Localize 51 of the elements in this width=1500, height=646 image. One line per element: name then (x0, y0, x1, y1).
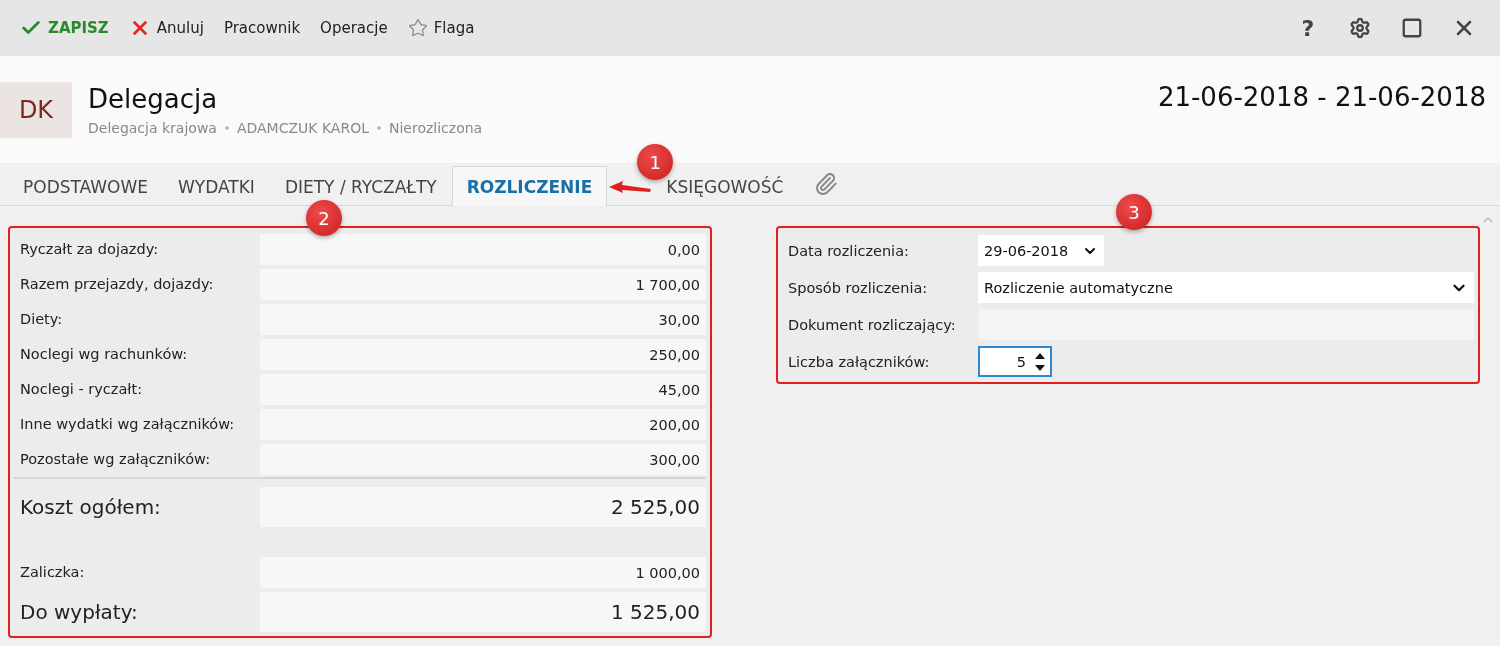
summary-label: Ryczałt za dojazdy: (19, 239, 160, 259)
avatar: DK (0, 81, 72, 138)
paperclip-icon[interactable] (814, 172, 839, 196)
subtitle-text: ADAMCZUK KAROL (236, 119, 369, 136)
summary-label: Koszt ogółem: (19, 494, 162, 521)
field-label: Data rozliczenia: (787, 242, 910, 259)
summary-label: Diety: (19, 309, 64, 329)
separator-dot (224, 125, 229, 130)
summary-value: 250,00 (260, 339, 706, 370)
summary-value: 200,00 (260, 409, 706, 440)
callout-marker: 1 (637, 144, 674, 180)
date-range: 21-06-2018 - 21-06-2018 (1157, 82, 1486, 112)
cancel-button[interactable]: Anuluj (118, 13, 214, 43)
help-button[interactable]: ? (1282, 8, 1334, 48)
summary-label: Zaliczka: (19, 562, 86, 582)
field-label: Liczba załączników: (787, 353, 931, 370)
summary-label: Noclegi wg rachunków: (19, 344, 189, 364)
toolbar-button[interactable]: Operacje (310, 15, 398, 41)
callout-marker: 3 (1116, 194, 1152, 230)
date-field[interactable]: 29-06-2018 (978, 235, 1104, 266)
summary-label: Pozostałe wg załączników: (19, 449, 212, 469)
summary-value: 45,00 (260, 374, 706, 405)
summary-value: 0,00 (260, 234, 706, 265)
field-label: Dokument rozliczający: (787, 316, 957, 333)
toolbar-button[interactable]: Pracownik (213, 15, 311, 41)
arrow (609, 180, 652, 194)
tab[interactable]: ROZLICZENIE (451, 166, 608, 206)
summary-value: 2 525,00 (260, 487, 706, 527)
summary-label: Inne wydatki wg załączników: (19, 414, 236, 434)
gear-icon (1349, 17, 1371, 39)
save-button[interactable]: ZAPISZ (10, 13, 119, 43)
maximize-icon (1401, 17, 1423, 39)
subtitle-text: Nierozliczona (389, 119, 483, 136)
number-field[interactable]: 5 (978, 346, 1052, 377)
field-label: Sposób rozliczenia: (787, 279, 929, 296)
star-icon (407, 18, 428, 38)
summary-value: 1 700,00 (260, 269, 706, 300)
summary-value: 300,00 (260, 444, 706, 475)
summary-label: Razem przejazdy, dojazdy: (19, 274, 215, 294)
subtitle-text: Delegacja krajowa (88, 119, 217, 136)
summary-label: Do wypłaty: (19, 599, 139, 626)
document-title: Delegacja (88, 83, 219, 114)
summary-value: 30,00 (260, 304, 706, 335)
toolbar-button[interactable]: Flaga (397, 14, 485, 42)
select-field[interactable]: Rozliczenie automatyczne (978, 272, 1474, 303)
summary-value: 1 000,00 (260, 557, 706, 588)
tab[interactable]: PODSTAWOWE (8, 166, 164, 206)
summary-label: Noclegi - ryczałt: (19, 379, 144, 399)
tab[interactable]: WYDATKI (163, 166, 270, 206)
separator-dot (377, 125, 381, 130)
summary-value: 1 525,00 (260, 592, 706, 632)
